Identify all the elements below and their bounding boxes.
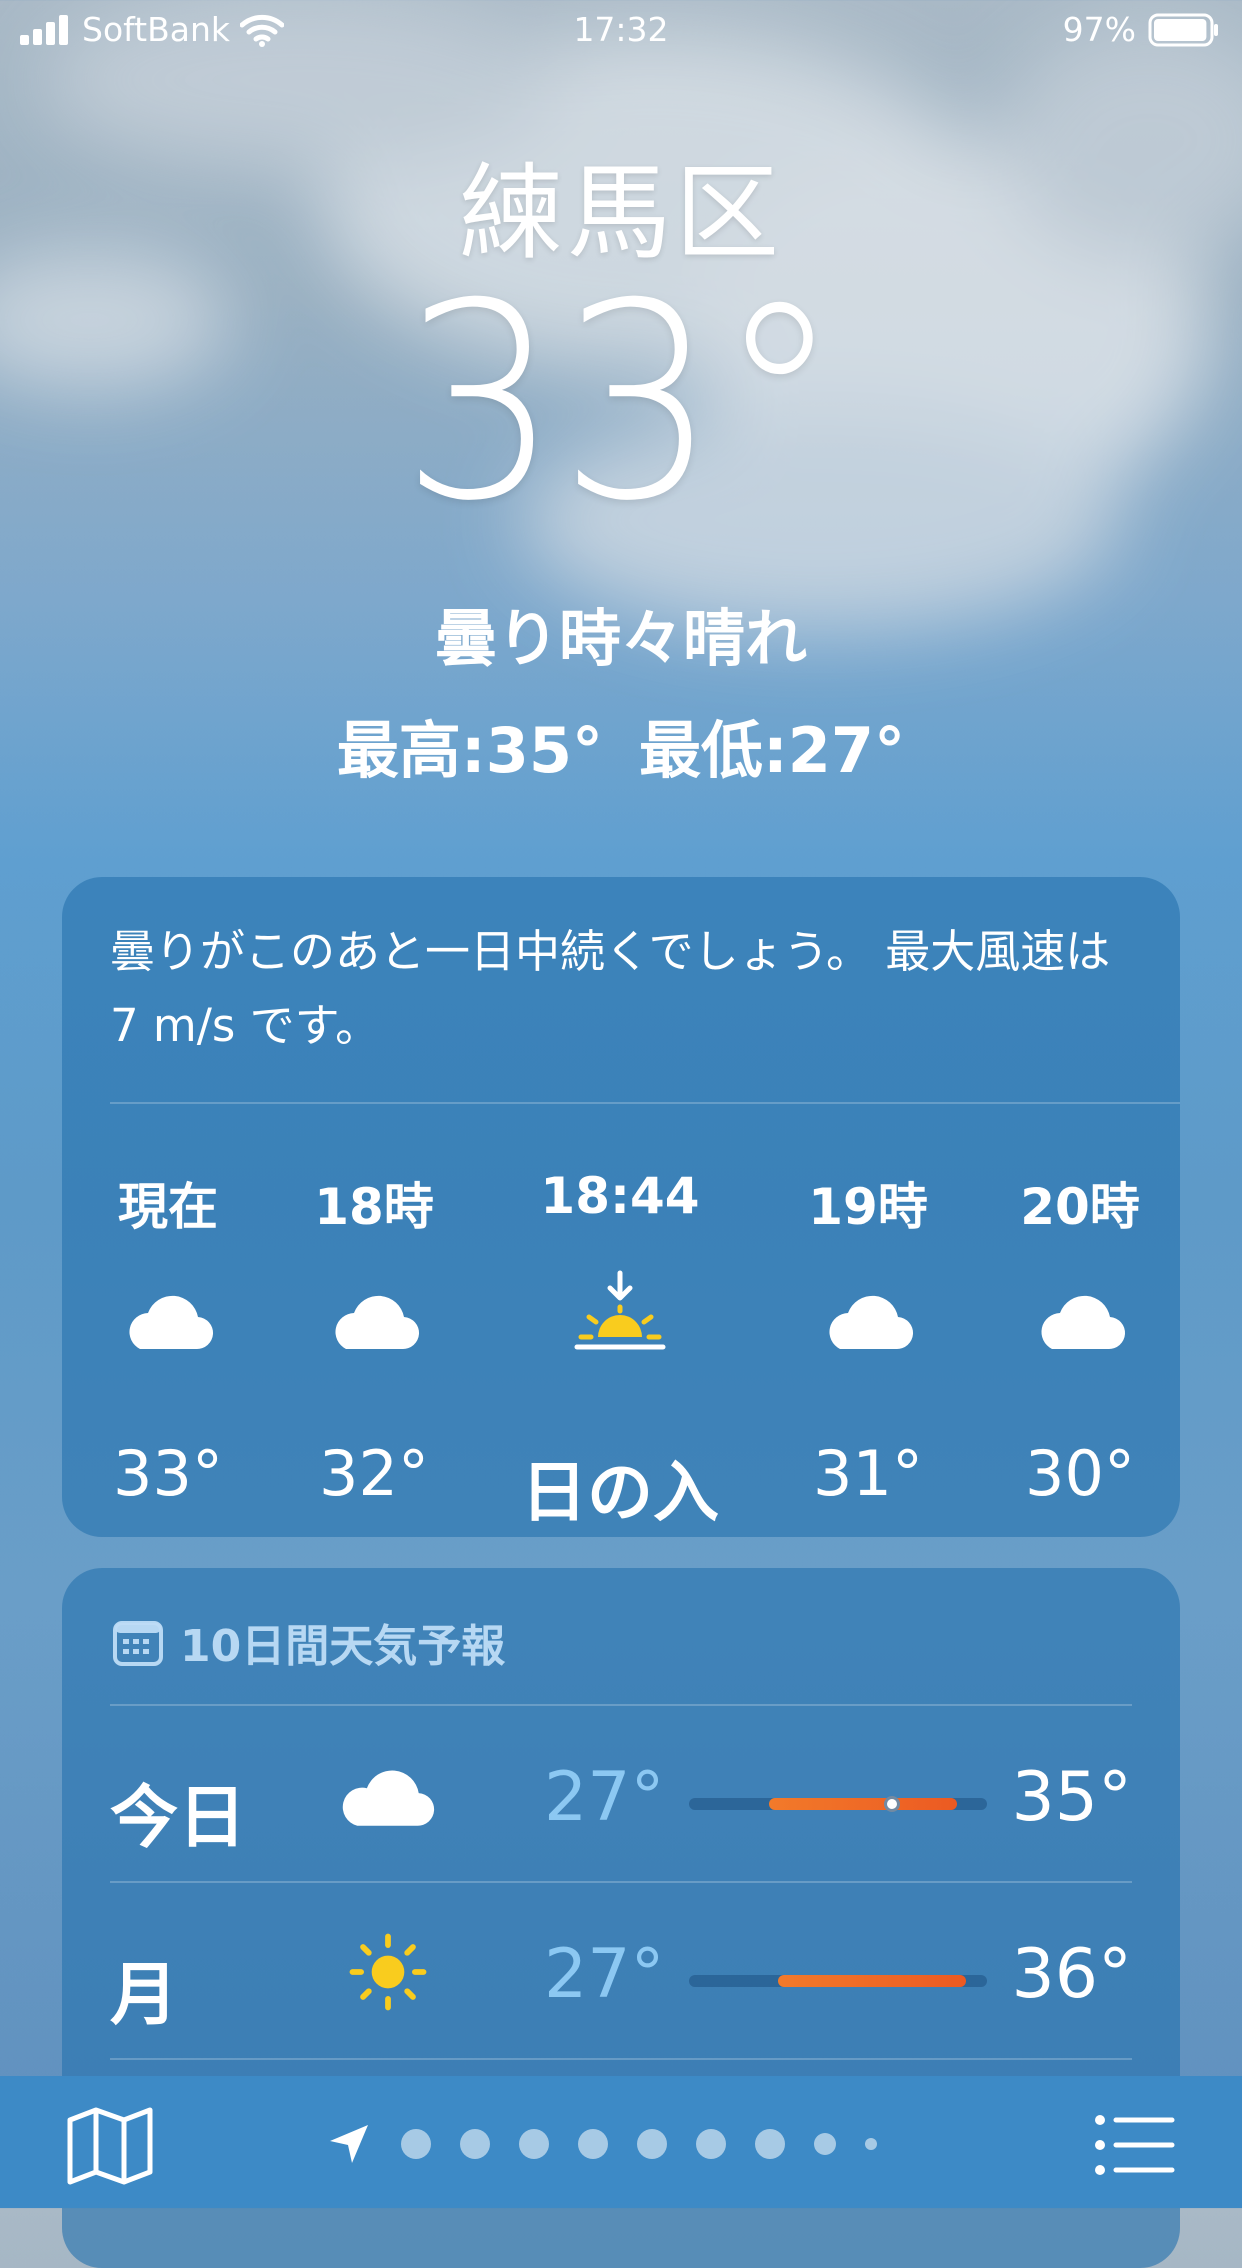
sun-icon bbox=[349, 1933, 427, 2011]
divider bbox=[110, 2058, 1132, 2060]
forecast-summary: 曇りがこのあと一日中続くでしょう。 最大風速は 7 m/s です。 bbox=[110, 925, 1111, 1052]
map-icon[interactable] bbox=[66, 2106, 154, 2186]
hour-temp: 31° bbox=[813, 1437, 923, 1510]
page-indicator[interactable] bbox=[326, 2118, 877, 2170]
page-dot[interactable] bbox=[519, 2129, 549, 2159]
hour-temp: 32° bbox=[319, 1437, 429, 1510]
temperature-range-bar bbox=[689, 1796, 987, 1812]
battery-percent: 97% bbox=[1062, 10, 1136, 49]
page-dot[interactable] bbox=[401, 2129, 431, 2159]
clock: 17:32 bbox=[573, 10, 669, 49]
hour-label: 20時 bbox=[1020, 1178, 1140, 1236]
low-temp: 27° bbox=[544, 1758, 665, 1837]
current-temperature: 33° bbox=[400, 245, 842, 560]
hour-label: 18:44 bbox=[540, 1167, 700, 1225]
forecast-header: 10日間天気予報 bbox=[112, 1610, 505, 1674]
page-dot[interactable] bbox=[637, 2129, 667, 2159]
bottom-toolbar bbox=[0, 2076, 1242, 2208]
high-temp: 35° bbox=[1011, 1758, 1132, 1837]
cloud-icon bbox=[829, 1295, 914, 1350]
high-temp: 36° bbox=[1011, 1935, 1132, 2014]
page-dot[interactable] bbox=[865, 2138, 877, 2150]
low-temperature: 最低:27° bbox=[639, 714, 906, 787]
current-temp-marker bbox=[883, 1796, 900, 1812]
calendar-icon bbox=[113, 1621, 163, 1666]
temperature-range-fill bbox=[778, 1975, 967, 1987]
hourly-list[interactable]: 現在 33° 18時 32° 18:44 日の入 19時 31° 20時 30° bbox=[62, 1147, 1180, 1531]
status-bar: SoftBank 17:32 97% bbox=[0, 0, 1242, 62]
cloud-icon bbox=[335, 1295, 420, 1350]
cloud-icon bbox=[1041, 1295, 1126, 1350]
hour-label: 現在 bbox=[118, 1178, 218, 1236]
location-arrow-icon[interactable] bbox=[326, 2121, 372, 2167]
hour-temp: 30° bbox=[1025, 1437, 1135, 1510]
forecast-row-monday[interactable]: 月 27° 36° bbox=[62, 1883, 1180, 2061]
page-dot[interactable] bbox=[460, 2129, 490, 2159]
hour-label: 19時 bbox=[808, 1178, 928, 1236]
forecast-row-today[interactable]: 今日 27° 35° bbox=[62, 1706, 1180, 1884]
day-label: 今日 bbox=[110, 1779, 247, 1858]
sunset-icon bbox=[574, 1270, 666, 1350]
hour-item: 20時 30° bbox=[970, 1147, 1190, 1510]
hourly-forecast-card[interactable]: 曇りがこのあと一日中続くでしょう。 最大風速は 7 m/s です。 現在 33°… bbox=[62, 877, 1180, 1537]
hour-item: 19時 31° bbox=[758, 1147, 978, 1510]
temperature-range-bar bbox=[689, 1975, 987, 1987]
hour-label: 18時 bbox=[314, 1178, 434, 1236]
divider bbox=[110, 1102, 1180, 1104]
page-dot[interactable] bbox=[696, 2129, 726, 2159]
page-dot[interactable] bbox=[578, 2129, 608, 2159]
cloud-icon bbox=[342, 1770, 435, 1826]
hour-item: 18時 32° bbox=[264, 1147, 484, 1510]
high-temperature: 最高:35° bbox=[336, 714, 603, 787]
weather-condition: 曇り時々晴れ bbox=[434, 602, 807, 675]
battery-icon bbox=[1148, 13, 1218, 46]
sunset-label: 日の入 bbox=[521, 1454, 719, 1531]
low-temp: 27° bbox=[544, 1935, 665, 2014]
cloud-icon bbox=[129, 1295, 214, 1350]
forecast-title: 10日間天気予報 bbox=[180, 1621, 506, 1672]
list-icon[interactable] bbox=[1092, 2110, 1176, 2180]
high-low: 最高:35° 最低:27° bbox=[0, 700, 1242, 790]
hour-item: 18:44 日の入 bbox=[510, 1147, 730, 1531]
page-dot[interactable] bbox=[755, 2129, 785, 2159]
hour-temp: 33° bbox=[113, 1437, 223, 1510]
hour-item: 現在 33° bbox=[58, 1147, 278, 1510]
page-dot[interactable] bbox=[814, 2133, 836, 2155]
temperature-range-fill bbox=[769, 1798, 958, 1810]
day-label: 月 bbox=[110, 1956, 179, 2035]
